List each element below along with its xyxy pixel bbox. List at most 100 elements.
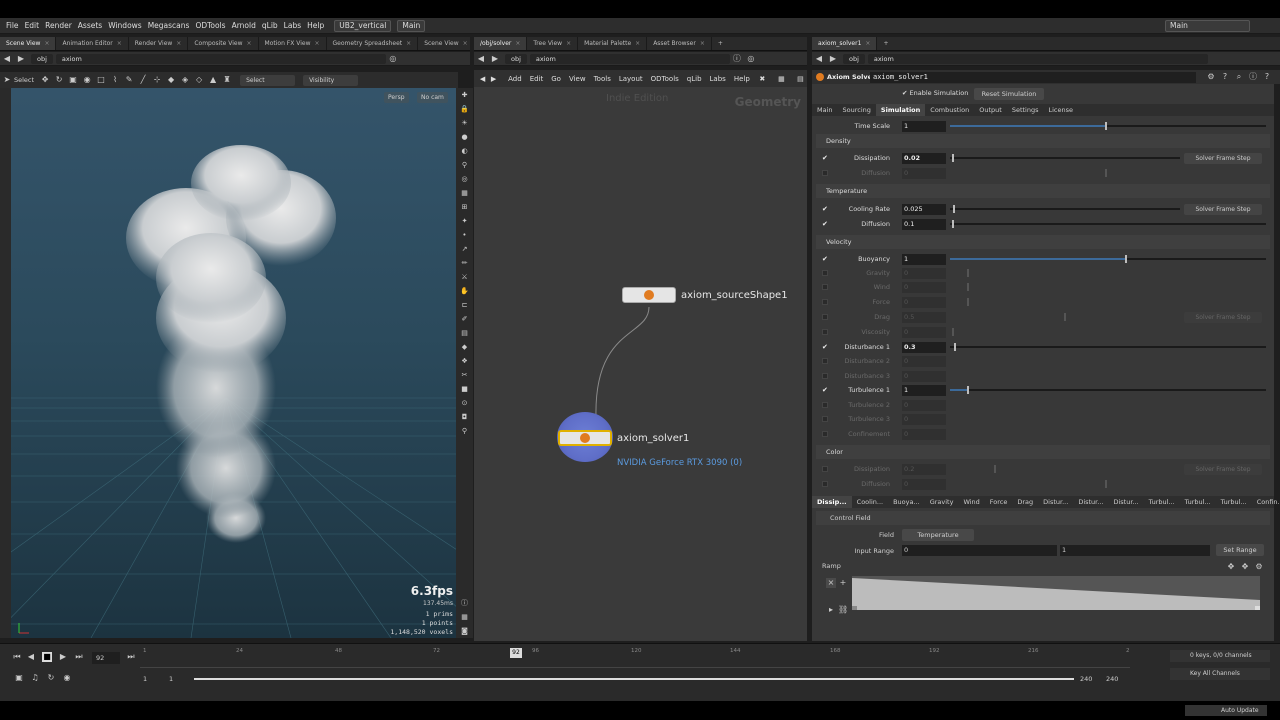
bulb2-icon[interactable]: ⚲ [460, 426, 470, 436]
add-tab-button[interactable]: + [877, 37, 894, 50]
record-icon[interactable]: ◉ [62, 673, 72, 683]
color-dissipation-field[interactable]: 0.2 [902, 463, 946, 475]
menu-windows[interactable]: Windows [108, 21, 141, 30]
back-arrow-icon[interactable]: ◀ [814, 54, 824, 64]
close-icon[interactable]: × [176, 40, 181, 47]
check-icon[interactable]: ✔ [822, 205, 829, 213]
current-frame-field[interactable]: 92 [92, 652, 120, 664]
playhead[interactable]: 92 [510, 648, 522, 658]
group-icon[interactable]: ◆ [166, 75, 176, 85]
jump-end-icon[interactable]: ⏭ [74, 652, 84, 662]
tab-animation-editor[interactable]: Animation Editor × [56, 37, 129, 50]
desktop-selector[interactable]: UB2_vertical [334, 19, 392, 32]
drag-knob[interactable] [1064, 313, 1066, 321]
viscosity-field[interactable]: 0 [902, 326, 946, 338]
wand-icon[interactable]: ✦ [460, 216, 470, 226]
checkbox[interactable] [822, 170, 828, 176]
check-icon[interactable]: ✔ [822, 220, 829, 228]
close-icon[interactable]: × [635, 40, 640, 47]
time-scale-knob[interactable] [1105, 122, 1107, 130]
color-dissipation-knob[interactable] [994, 465, 996, 473]
reset-sim-button[interactable]: Reset Simulation [974, 88, 1044, 100]
disturbance-1-field[interactable]: 0.3 [902, 341, 946, 353]
path-axiom[interactable]: axiom [529, 53, 730, 64]
cooling-menu[interactable]: Solver Frame Step [1184, 203, 1262, 215]
play-icon[interactable]: ▶ [58, 652, 68, 662]
tab-motion-fx-view[interactable]: Motion FX View × [259, 37, 327, 50]
tab-material-palette[interactable]: Material Palette × [578, 37, 648, 50]
pin-icon[interactable]: ◎ [388, 54, 398, 64]
subtab-gravity[interactable]: Gravity [925, 496, 959, 508]
close-icon[interactable]: × [566, 40, 571, 47]
top-right-main-selector[interactable]: Main [1165, 19, 1250, 32]
net-menu-help[interactable]: Help [734, 75, 750, 83]
cooling-slider[interactable] [950, 208, 1180, 210]
search-icon[interactable]: ⌕ [1234, 72, 1244, 82]
view-icon[interactable]: ▤ [460, 328, 470, 338]
temp-diffusion-slider[interactable] [950, 223, 1266, 225]
grid-icon[interactable]: ▦ [460, 188, 470, 198]
back-arrow-icon[interactable]: ◀ [478, 74, 487, 84]
move-icon[interactable]: ✥ [40, 75, 50, 85]
info-icon[interactable]: ⓘ [460, 598, 470, 608]
close-icon[interactable]: × [44, 40, 49, 47]
key-all-channels-button[interactable]: Key All Channels [1170, 668, 1270, 680]
subtab-buoyancy[interactable]: Buoya... [888, 496, 925, 508]
checkbox[interactable] [822, 466, 828, 472]
diffusion-field[interactable]: 0 [902, 167, 946, 179]
menu-edit[interactable]: Edit [25, 21, 40, 30]
temp-diffusion-knob[interactable] [952, 220, 954, 228]
path-axiom[interactable]: axiom [55, 53, 386, 64]
light-icon[interactable]: ☀ [460, 118, 470, 128]
jump-start-icon[interactable]: ⏮ [12, 652, 22, 662]
menu-help[interactable]: Help [307, 21, 324, 30]
record-icon[interactable]: ⊙ [460, 398, 470, 408]
lasso-icon[interactable]: ⌇ [110, 75, 120, 85]
menu-arnold[interactable]: Arnold [232, 21, 256, 30]
color-diffusion-field[interactable]: 0 [902, 478, 946, 490]
viscosity-knob[interactable] [952, 328, 954, 336]
checkbox[interactable] [822, 481, 828, 487]
lock-icon[interactable]: 🔒 [460, 104, 470, 114]
ortho-icon[interactable]: ⊞ [460, 202, 470, 212]
visibility-dropdown[interactable]: Visibility [303, 74, 359, 86]
checkbox[interactable] [822, 373, 828, 379]
rotate-icon[interactable]: ↻ [54, 75, 64, 85]
tab-render-view[interactable]: Render View × [129, 37, 189, 50]
net-menu-view[interactable]: View [569, 75, 586, 83]
checkbox[interactable] [822, 314, 828, 320]
tab-sourcing[interactable]: Sourcing [838, 104, 876, 116]
dissipation-menu[interactable]: Solver Frame Step [1184, 152, 1262, 164]
pencil-icon[interactable]: ✏ [460, 258, 470, 268]
net-menu-qlib[interactable]: qLib [687, 75, 702, 83]
main-selector[interactable]: Main [397, 19, 426, 32]
buoyancy-knob[interactable] [1125, 255, 1127, 263]
ramp-widget[interactable] [852, 576, 1260, 610]
disturbance-1-knob[interactable] [954, 343, 956, 351]
gear-icon[interactable]: ⚙ [1254, 562, 1264, 572]
diffusion-knob[interactable] [1105, 169, 1107, 177]
sphere-icon[interactable]: ● [460, 132, 470, 142]
timeline-ruler[interactable]: 1 24 48 72 96 120 144 168 192 216 2 92 [140, 648, 1130, 668]
tab-main[interactable]: Main [812, 104, 838, 116]
tab-obj-solver[interactable]: /obj/solver × [474, 37, 528, 50]
color-dissipation-menu[interactable]: Solver Frame Step [1184, 463, 1262, 475]
tab-asset-browser[interactable]: Asset Browser × [647, 37, 712, 50]
node-axiom-source-label[interactable]: axiom_sourceShape1 [681, 290, 788, 301]
checkbox[interactable] [822, 431, 828, 437]
measure-icon[interactable]: ✂ [460, 370, 470, 380]
forward-arrow-icon[interactable]: ▶ [489, 74, 498, 84]
dissipation-field[interactable]: 0.02 [902, 152, 946, 164]
confinement-field[interactable]: 0 [902, 428, 946, 440]
temp-diffusion-field[interactable]: 0.1 [902, 218, 946, 230]
net-menu-layout[interactable]: Layout [619, 75, 643, 83]
arrow-icon[interactable]: ↗ [460, 244, 470, 254]
audio-icon[interactable]: ♫ [30, 673, 40, 683]
bulb-icon[interactable]: ⚲ [460, 160, 470, 170]
section-color[interactable]: Color [816, 445, 1270, 459]
turbulence-1-knob[interactable] [967, 386, 969, 394]
handle-icon[interactable]: ◉ [82, 75, 92, 85]
section-velocity[interactable]: Velocity [816, 235, 1270, 249]
camera-menu[interactable]: No cam [417, 92, 448, 103]
turbulence-1-field[interactable]: 1 [902, 384, 946, 396]
